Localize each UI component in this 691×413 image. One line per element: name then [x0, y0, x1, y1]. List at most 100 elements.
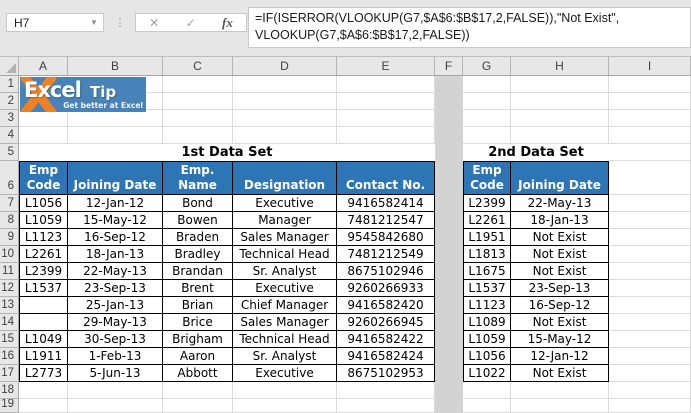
cell-I12[interactable]: [609, 280, 691, 297]
cell-G15[interactable]: L1059: [463, 331, 511, 348]
cell-D9[interactable]: Sales Manager: [233, 229, 337, 246]
cell-F11[interactable]: [435, 263, 463, 280]
row-header-1[interactable]: 1: [0, 76, 19, 93]
cell-E3[interactable]: [337, 110, 435, 127]
cell-A17[interactable]: L2773: [19, 365, 68, 382]
cell-B4[interactable]: [68, 127, 163, 144]
cell-D11[interactable]: Sr. Analyst: [233, 263, 337, 280]
cell-D16[interactable]: Sr. Analyst: [233, 348, 337, 365]
cell-F5[interactable]: [435, 144, 463, 161]
cell-D14[interactable]: Sales Manager: [233, 314, 337, 331]
column-header-I[interactable]: I: [609, 57, 691, 76]
cell-D17[interactable]: Executive: [233, 365, 337, 382]
cell-D15[interactable]: Technical Head: [233, 331, 337, 348]
cell-H2[interactable]: [511, 93, 609, 110]
name-box-dropdown-icon[interactable]: ▼: [85, 18, 103, 27]
cell-A18[interactable]: [19, 382, 68, 399]
cell-C8[interactable]: Bowen: [163, 212, 233, 229]
cell-E19[interactable]: [337, 399, 435, 413]
cell-I7[interactable]: [609, 195, 691, 212]
cell-A7[interactable]: L1056: [19, 195, 68, 212]
cell-B7[interactable]: 12-Jan-12: [68, 195, 163, 212]
table2-header-G6[interactable]: Emp Code: [463, 161, 511, 195]
row-header-14[interactable]: 14: [0, 314, 19, 331]
cell-B10[interactable]: 18-Jan-13: [68, 246, 163, 263]
row-header-8[interactable]: 8: [0, 212, 19, 229]
column-header-E[interactable]: E: [337, 57, 435, 76]
cell-H10[interactable]: Not Exist: [511, 246, 609, 263]
cell-A19[interactable]: [19, 399, 68, 413]
cell-I6[interactable]: [609, 161, 691, 195]
cell-C7[interactable]: Bond: [163, 195, 233, 212]
cell-D1[interactable]: [233, 76, 337, 93]
cell-D4[interactable]: [233, 127, 337, 144]
cell-F12[interactable]: [435, 280, 463, 297]
cell-G17[interactable]: L1022: [463, 365, 511, 382]
cell-B18[interactable]: [68, 382, 163, 399]
cell-G14[interactable]: L1089: [463, 314, 511, 331]
cell-C10[interactable]: Bradley: [163, 246, 233, 263]
cell-E14[interactable]: 9260266945: [337, 314, 435, 331]
row-header-9[interactable]: 9: [0, 229, 19, 246]
column-header-A[interactable]: A: [19, 57, 68, 76]
cell-D13[interactable]: Chief Manager: [233, 297, 337, 314]
row-header-11[interactable]: 11: [0, 263, 19, 280]
enter-icon[interactable]: ✓: [186, 17, 196, 29]
cell-A9[interactable]: L1123: [19, 229, 68, 246]
cell-G3[interactable]: [463, 110, 511, 127]
cell-G16[interactable]: L1056: [463, 348, 511, 365]
column-header-D[interactable]: D: [233, 57, 337, 76]
cell-B19[interactable]: [68, 399, 163, 413]
column-header-B[interactable]: B: [68, 57, 163, 76]
cell-A10[interactable]: L2261: [19, 246, 68, 263]
cell-E4[interactable]: [337, 127, 435, 144]
cell-D3[interactable]: [233, 110, 337, 127]
cell-B17[interactable]: 5-Jun-13: [68, 365, 163, 382]
cell-G19[interactable]: [463, 399, 511, 413]
cell-C14[interactable]: Brice: [163, 314, 233, 331]
insert-function-icon[interactable]: fx: [222, 16, 233, 29]
cell-I10[interactable]: [609, 246, 691, 263]
column-header-G[interactable]: G: [463, 57, 511, 76]
cell-I17[interactable]: [609, 365, 691, 382]
cell-F9[interactable]: [435, 229, 463, 246]
cell-H17[interactable]: Not Exist: [511, 365, 609, 382]
cell-G2[interactable]: [463, 93, 511, 110]
cell-A11[interactable]: L2399: [19, 263, 68, 280]
formula-bar-handle-icon[interactable]: ⋮: [114, 13, 126, 32]
cell-I18[interactable]: [609, 382, 691, 399]
cell-A16[interactable]: L1911: [19, 348, 68, 365]
row-header-17[interactable]: 17: [0, 365, 19, 382]
cell-D2[interactable]: [233, 93, 337, 110]
cell-F7[interactable]: [435, 195, 463, 212]
cell-I13[interactable]: [609, 297, 691, 314]
cell-C18[interactable]: [163, 382, 233, 399]
cell-C13[interactable]: Brian: [163, 297, 233, 314]
cell-I16[interactable]: [609, 348, 691, 365]
cell-E1[interactable]: [337, 76, 435, 93]
cell-H11[interactable]: Not Exist: [511, 263, 609, 280]
row-header-12[interactable]: 12: [0, 280, 19, 297]
cell-E17[interactable]: 8675102953: [337, 365, 435, 382]
cell-I15[interactable]: [609, 331, 691, 348]
cell-D8[interactable]: Manager: [233, 212, 337, 229]
cell-G4[interactable]: [463, 127, 511, 144]
cell-E9[interactable]: 9545842680: [337, 229, 435, 246]
row-header-4[interactable]: 4: [0, 127, 19, 144]
cell-G13[interactable]: L1123: [463, 297, 511, 314]
cell-H7[interactable]: 22-May-13: [511, 195, 609, 212]
cell-E11[interactable]: 8675102946: [337, 263, 435, 280]
cell-G7[interactable]: L2399: [463, 195, 511, 212]
cell-C17[interactable]: Abbott: [163, 365, 233, 382]
cell-G9[interactable]: L1951: [463, 229, 511, 246]
cell-D19[interactable]: [233, 399, 337, 413]
table1-header-B6[interactable]: Joining Date: [68, 161, 163, 195]
cell-I14[interactable]: [609, 314, 691, 331]
cell-I2[interactable]: [609, 93, 691, 110]
cell-H3[interactable]: [511, 110, 609, 127]
name-box-value[interactable]: H7: [7, 16, 85, 30]
cell-H13[interactable]: 16-Sep-12: [511, 297, 609, 314]
cell-E2[interactable]: [337, 93, 435, 110]
table1-header-E6[interactable]: Contact No.: [337, 161, 435, 195]
cell-C15[interactable]: Brigham: [163, 331, 233, 348]
